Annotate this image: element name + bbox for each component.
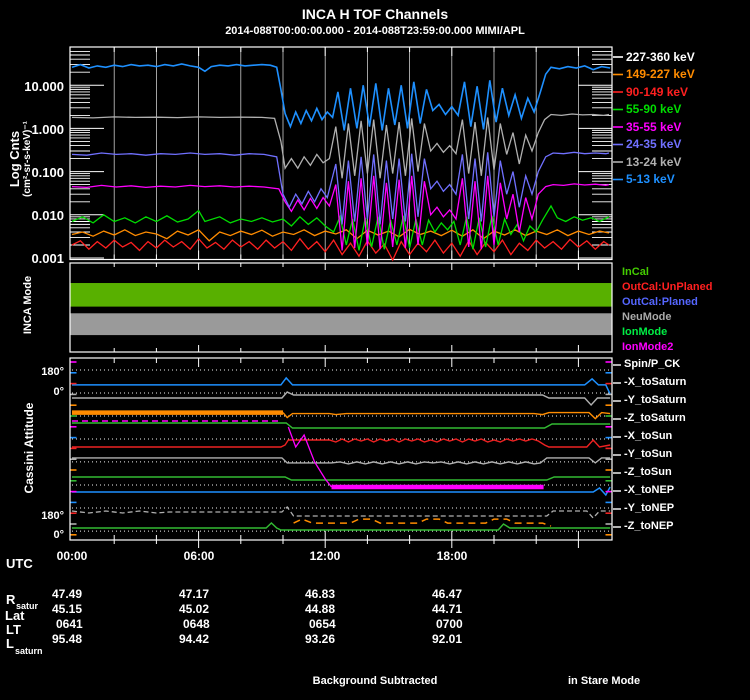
utc-axis-label: UTC — [6, 556, 33, 571]
eph-r-0: 47.49 — [52, 587, 124, 601]
footer-stare-mode: in Stare Mode — [568, 675, 640, 687]
row-label-lt: LT — [6, 622, 21, 637]
y-tick-10: 10.000 — [0, 79, 64, 94]
legend-mode-incal: InCal — [622, 266, 649, 278]
inca-plot-page: INCA H TOF Channels 2014-088T00:00:00.00… — [0, 0, 750, 700]
x-tick-1800: 18:00 — [422, 549, 482, 563]
legend-mode-ionmode2: IonMode2 — [622, 341, 673, 353]
eph-lat-1: 45.02 — [179, 602, 251, 616]
eph-lt-0: 0641 — [56, 617, 128, 631]
legend-mode-neumode: NeuMode — [622, 311, 672, 323]
x-tick-0600: 06:00 — [169, 549, 229, 563]
eph-r-2: 46.83 — [305, 587, 377, 601]
legend-channel-55-90: 55-90 keV — [626, 102, 681, 116]
y-tick-0p001: 0.001 — [0, 251, 64, 266]
eph-lat-3: 44.71 — [432, 602, 504, 616]
legend-att-spin: Spin/P_CK — [624, 358, 680, 370]
legend-att-y-sun: -Y_toSun — [624, 448, 672, 460]
eph-l-0: 95.48 — [52, 632, 124, 646]
legend-channel-227-360: 227-360 keV — [626, 50, 695, 64]
eph-lt-2: 0654 — [309, 617, 381, 631]
legend-att-z-sun: -Z_toSun — [624, 466, 672, 478]
legend-channel-35-55: 35-55 keV — [626, 120, 681, 134]
x-tick-1200: 12:00 — [295, 549, 355, 563]
eph-lt-1: 0648 — [183, 617, 255, 631]
legend-att-z-saturn: -Z_toSaturn — [624, 412, 686, 424]
legend-channel-13-24: 13-24 keV — [626, 155, 681, 169]
eph-r-1: 47.17 — [179, 587, 251, 601]
row-label-l-sub: saturn — [15, 646, 43, 656]
legend-channel-5-13: 5-13 keV — [626, 172, 675, 186]
row-label-lat: Lat — [5, 608, 25, 623]
legend-att-x-saturn: -X_toSaturn — [624, 376, 686, 388]
page-title: INCA H TOF Channels — [0, 6, 750, 22]
eph-l-1: 94.42 — [179, 632, 251, 646]
eph-l-2: 93.26 — [305, 632, 377, 646]
footer-background-subtracted: Background Subtracted — [280, 675, 470, 687]
att-y-180-top: 180° — [0, 366, 64, 378]
eph-lat-2: 44.88 — [305, 602, 377, 616]
legend-att-x-sun: -X_toSun — [624, 430, 672, 442]
time-range-subtitle: 2014-088T00:00:00.000 - 2014-088T23:59:0… — [0, 25, 750, 37]
y-tick-0p1: 0.100 — [0, 165, 64, 180]
att-y-0-bot: 0° — [0, 529, 64, 541]
eph-r-3: 46.47 — [432, 587, 504, 601]
eph-lat-0: 45.15 — [52, 602, 124, 616]
eph-l-3: 92.01 — [432, 632, 504, 646]
att-y-180-bot: 180° — [0, 510, 64, 522]
legend-att-z-nep: -Z_toNEP — [624, 520, 674, 532]
legend-channel-90-149: 90-149 keV — [626, 85, 688, 99]
legend-channel-24-35: 24-35 keV — [626, 137, 681, 151]
legend-channel-149-227: 149-227 keV — [626, 67, 695, 81]
row-label-r: R — [6, 592, 15, 607]
legend-mode-outcal-unplaned: OutCal:UnPlaned — [622, 281, 712, 293]
eph-lt-3: 0700 — [436, 617, 508, 631]
row-label-l: L — [6, 636, 14, 651]
y-tick-0p01: 0.010 — [0, 208, 64, 223]
legend-att-y-nep: -Y_toNEP — [624, 502, 674, 514]
legend-mode-outcal-planed: OutCal:Planed — [622, 296, 698, 308]
legend-mode-ionmode: IonMode — [622, 326, 667, 338]
legend-att-x-nep: -X_toNEP — [624, 484, 674, 496]
legend-att-y-saturn: -Y_toSaturn — [624, 394, 686, 406]
x-tick-0000: 00:00 — [42, 549, 102, 563]
att-y-0-top: 0° — [0, 386, 64, 398]
y-tick-1: 1.000 — [0, 122, 64, 137]
